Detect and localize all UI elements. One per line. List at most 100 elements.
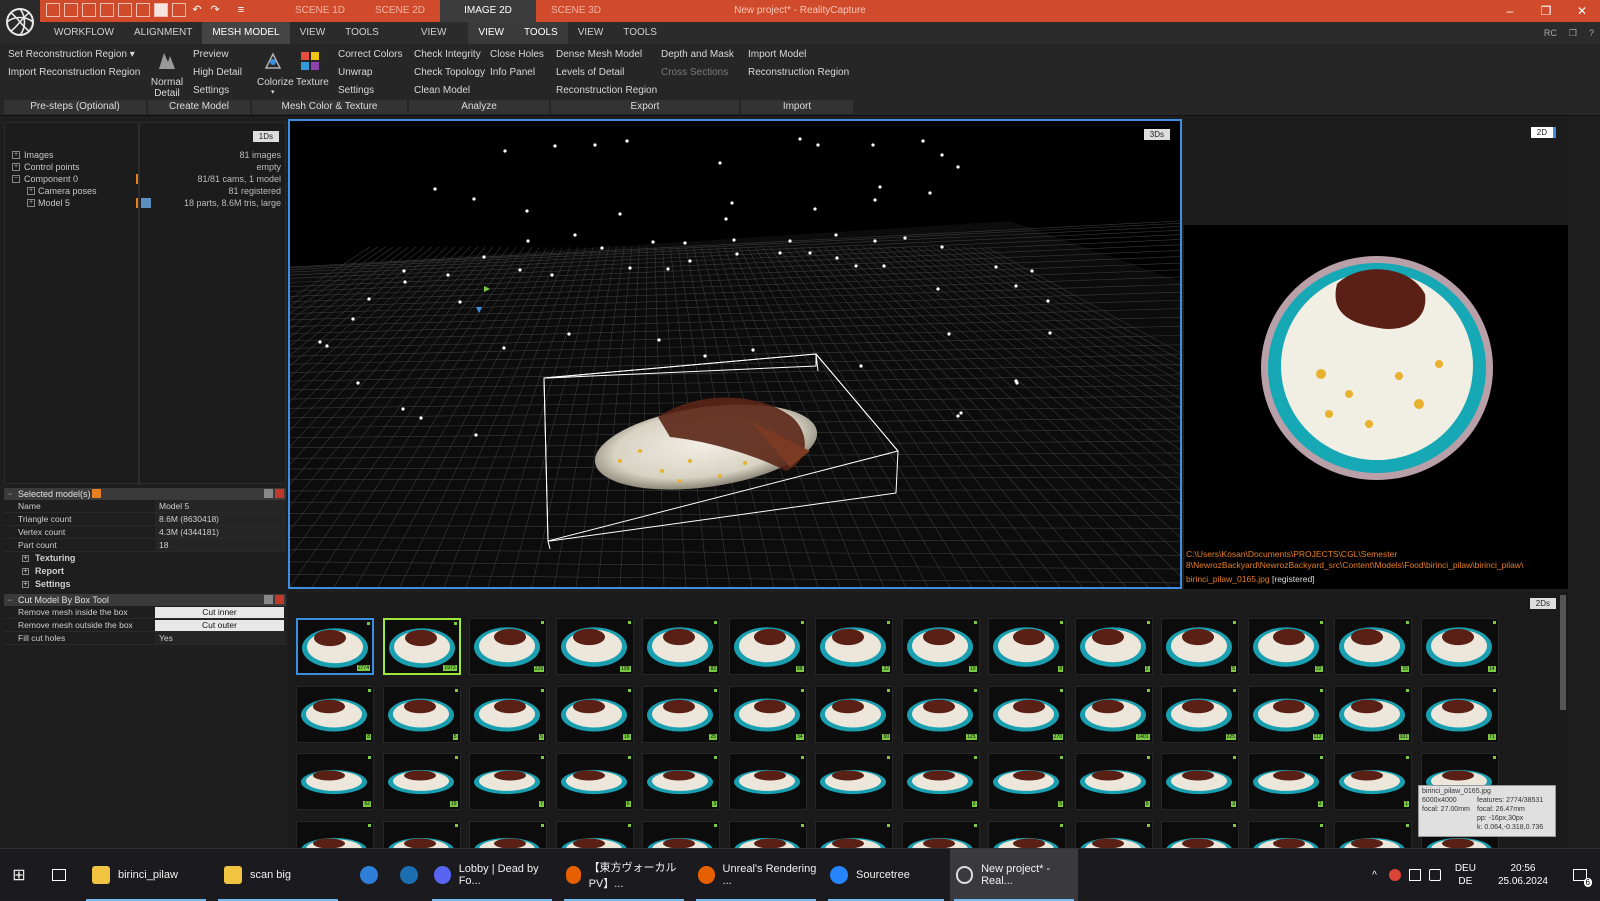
image-thumbnail[interactable]: 199 — [556, 618, 634, 675]
colorize-icon[interactable] — [262, 50, 284, 72]
colorize-dropdown-icon[interactable]: ▾ — [271, 88, 275, 96]
image-thumbnail[interactable]: 3 — [642, 753, 720, 810]
image-thumbnail[interactable] — [556, 821, 634, 848]
set-reconstruction-region-button[interactable]: Set Reconstruction Region ▾ — [8, 49, 135, 60]
image-thumbnail[interactable]: 225 — [1161, 686, 1239, 743]
language-indicator[interactable]: DEU DE — [1455, 862, 1476, 888]
image-thumbnail[interactable]: 50 — [815, 686, 893, 743]
prop-value[interactable]: Model 5 — [155, 500, 286, 512]
taskbar-item-realitycapture[interactable]: New project* - Real... — [950, 849, 1078, 901]
image-thumbnail[interactable]: 112 — [1248, 686, 1326, 743]
image-thumbnail[interactable]: 5 — [1075, 753, 1153, 810]
image-thumbnail[interactable]: 19 — [383, 753, 461, 810]
image-thumbnail[interactable]: 10 — [902, 618, 980, 675]
export-reconstruction-region-button[interactable]: Reconstruction Region — [556, 85, 657, 96]
check-topology-button[interactable]: Check Topology — [414, 67, 485, 78]
create-model-settings-button[interactable]: Settings — [193, 85, 229, 96]
maximize-button[interactable]: ❐ — [1528, 0, 1564, 22]
collapse-icon[interactable]: − — [7, 488, 12, 500]
help-icon[interactable]: ? — [1589, 22, 1594, 44]
volume-icon[interactable] — [1429, 869, 1441, 881]
texture-button[interactable]: Texture — [296, 77, 329, 88]
taskbar-item-discord[interactable]: Lobby | Dead by Fo... — [428, 849, 556, 901]
rc-label[interactable]: RC — [1544, 22, 1557, 44]
image-thumbnail[interactable] — [1161, 821, 1239, 848]
panel-badge-2ds[interactable]: 2Ds — [1530, 598, 1556, 609]
image-thumbnail[interactable]: 270 — [988, 686, 1066, 743]
tree-item-component-0[interactable]: − Component 0 81/81 cams, 1 model — [5, 173, 285, 185]
layout-2-icon[interactable] — [64, 3, 78, 17]
preview-button[interactable]: Preview — [193, 49, 229, 60]
check-integrity-button[interactable]: Check Integrity — [414, 49, 481, 60]
tree-item-camera-poses[interactable]: + Camera poses 81 registered — [5, 185, 285, 197]
tree-item-model-5[interactable]: + Model 5 18 parts, 8.6M tris, large — [5, 197, 285, 209]
high-detail-button[interactable]: High Detail — [193, 67, 242, 78]
levels-of-detail-button[interactable]: Levels of Detail — [556, 67, 624, 78]
image-thumbnail[interactable] — [1334, 821, 1412, 848]
task-view-icon[interactable] — [40, 849, 78, 901]
fill-holes-select[interactable]: Yes — [155, 632, 286, 644]
image-thumbnail[interactable]: 5 — [988, 753, 1066, 810]
tree-item-control-points[interactable]: + Control points empty — [5, 161, 285, 173]
start-button[interactable]: ⊞ — [0, 849, 38, 901]
image-thumbnail[interactable]: 25 — [642, 686, 720, 743]
layout-1-icon[interactable] — [46, 3, 60, 17]
image-thumbnail[interactable] — [642, 821, 720, 848]
correct-colors-button[interactable]: Correct Colors — [338, 49, 402, 60]
image-thumbnail[interactable] — [469, 821, 547, 848]
normal-detail-icon[interactable] — [156, 50, 178, 72]
minimize-button[interactable]: – — [1492, 0, 1528, 22]
image-thumbnail[interactable]: 34 — [729, 686, 807, 743]
image-thumbnail[interactable] — [988, 821, 1066, 848]
taskbar-item-firefox-1[interactable]: 【東方ヴォーカルPV】... — [560, 849, 688, 901]
pin-icon[interactable] — [264, 489, 273, 498]
image-thumbnail[interactable]: 2 — [1075, 618, 1153, 675]
depth-and-mask-button[interactable]: Depth and Mask — [661, 49, 734, 60]
tray-expand-icon[interactable]: ^ — [1372, 870, 1377, 881]
import-reconstruction-region-button[interactable]: Import Reconstruction Region — [8, 67, 140, 78]
taskbar-item-explorer-2[interactable]: scan big — [214, 849, 342, 901]
image-thumbnail[interactable]: 1 — [1334, 753, 1412, 810]
layout-7-icon[interactable] — [154, 3, 168, 17]
taskbar-item-firefox-2[interactable]: Unreal's Rendering ... — [692, 849, 820, 901]
menu-tools-2[interactable]: TOOLS — [514, 22, 568, 44]
panel-badge-3ds[interactable]: 3Ds — [1144, 129, 1170, 140]
model-visibility-icon[interactable] — [141, 198, 151, 208]
image-thumbnail[interactable]: 82 — [642, 618, 720, 675]
expand-icon[interactable]: + — [27, 199, 35, 207]
network-icon[interactable] — [1409, 869, 1421, 881]
image-thumbnail[interactable]: 22 — [1248, 618, 1326, 675]
layout-6-icon[interactable] — [136, 3, 150, 17]
viewport-3d[interactable]: 3Ds — [288, 119, 1182, 589]
cross-sections-button[interactable]: Cross Sections — [661, 67, 728, 78]
thumbnail-scrollbar[interactable] — [1560, 595, 1566, 710]
normal-detail-button[interactable]: Normal Detail — [150, 77, 184, 99]
menu-alignment[interactable]: ALIGNMENT — [124, 22, 202, 44]
scene-3d-render[interactable] — [290, 121, 1180, 587]
expand-icon[interactable]: + — [12, 163, 20, 171]
colorize-button[interactable]: Colorize — [257, 77, 294, 88]
taskbar-item-explorer-1[interactable]: birinci_pilaw — [82, 849, 210, 901]
image-thumbnail[interactable]: 2 — [1248, 753, 1326, 810]
clean-model-button[interactable]: Clean Model — [414, 85, 470, 96]
section-settings[interactable]: +Settings — [4, 578, 286, 591]
expand-icon[interactable]: + — [12, 151, 20, 159]
layout-5-icon[interactable] — [118, 3, 132, 17]
image-thumbnail[interactable]: 2 — [902, 753, 980, 810]
menu-mesh-model[interactable]: MESH MODEL — [202, 22, 289, 44]
image-thumbnail[interactable]: 88 — [729, 618, 807, 675]
image-thumbnail[interactable]: 101 — [1334, 686, 1412, 743]
image-thumbnail[interactable]: 71 — [1421, 686, 1499, 743]
image-thumbnail[interactable]: 6 — [556, 753, 634, 810]
image-thumbnail[interactable]: 229 — [469, 618, 547, 675]
menu-view-4[interactable]: VIEW — [568, 22, 614, 44]
import-reconstruction-region-button-2[interactable]: Reconstruction Region — [748, 67, 849, 78]
undo-icon[interactable]: ↶ — [190, 3, 204, 17]
cut-model-header[interactable]: − Cut Model By Box Tool — [4, 594, 286, 606]
menu-tools-3[interactable]: TOOLS — [613, 22, 667, 44]
image-thumbnail[interactable]: 7 — [469, 753, 547, 810]
qat-menu-icon[interactable]: ≡ — [234, 3, 248, 17]
image-thumbnail[interactable] — [729, 821, 807, 848]
panel-badge-1ds[interactable]: 1Ds — [253, 131, 279, 142]
plate-image[interactable] — [1259, 254, 1499, 484]
